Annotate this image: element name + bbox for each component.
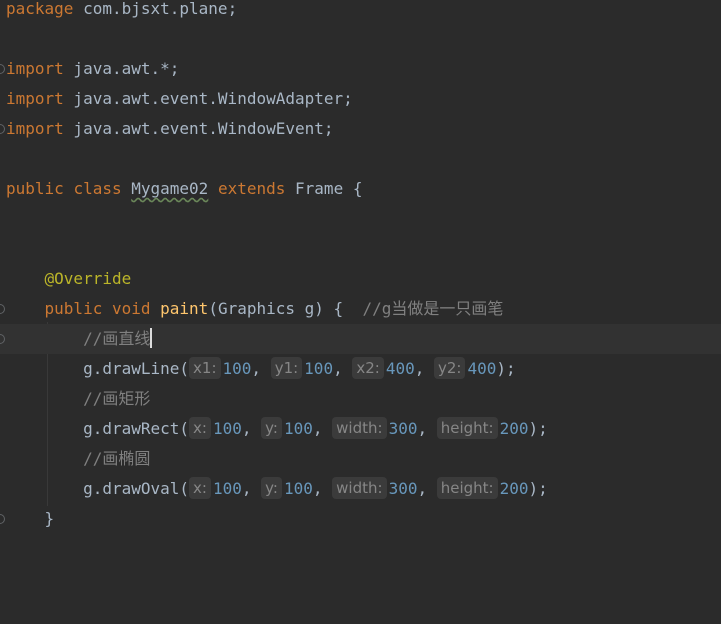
method-params: (Graphics g) {: [208, 299, 363, 318]
comment: //画椭圆: [83, 449, 151, 468]
param-hint: y:: [261, 477, 282, 499]
statement-end: );: [528, 479, 548, 498]
separator: ,: [417, 419, 437, 438]
code-line-comment[interactable]: //画矩形: [0, 384, 721, 414]
text-caret: [150, 328, 153, 348]
param-hint: width:: [332, 417, 387, 439]
code-line-close-brace[interactable]: }: [0, 504, 721, 534]
code-line-comment-current[interactable]: //画直线: [0, 324, 721, 354]
separator: ,: [312, 479, 333, 498]
separator: ,: [241, 419, 262, 438]
param-hint: y:: [261, 417, 282, 439]
separator: ,: [251, 359, 271, 378]
code-line-comment[interactable]: //画椭圆: [0, 444, 721, 474]
number-literal: 200: [499, 419, 529, 438]
number-literal: 400: [467, 359, 497, 378]
separator: ,: [417, 479, 437, 498]
separator: ,: [241, 479, 262, 498]
separator: ,: [333, 359, 353, 378]
param-hint: x1:: [189, 357, 221, 379]
code-line-import-3[interactable]: import java.awt.event.WindowEvent;: [0, 114, 721, 144]
comment: //画矩形: [83, 389, 151, 408]
fold-marker-icon[interactable]: [0, 64, 5, 74]
brace: }: [44, 509, 55, 528]
comment: //g当做是一只画笔: [362, 299, 504, 318]
code-line-import-2[interactable]: import java.awt.event.WindowAdapter;: [0, 84, 721, 114]
number-literal: 100: [283, 419, 313, 438]
brace: {: [343, 179, 363, 198]
number-literal: 200: [499, 479, 529, 498]
number-literal: 300: [388, 419, 418, 438]
number-literal: 100: [212, 479, 242, 498]
code-line-drawline[interactable]: g.drawLine(x1: 100, y1: 100, x2: 400, y2: 40…: [0, 354, 721, 384]
keyword: package: [6, 0, 74, 18]
param-hint: x2:: [352, 357, 384, 379]
keyword: import: [6, 59, 64, 78]
param-hint: height:: [436, 477, 498, 499]
separator: ,: [414, 359, 434, 378]
class-name: Mygame02: [131, 179, 209, 198]
number-literal: 100: [212, 419, 242, 438]
keyword: import: [6, 89, 64, 108]
code-line-drawoval[interactable]: g.drawOval(x: 100, y: 100, width: 300, heig…: [0, 474, 721, 504]
separator: ,: [312, 419, 333, 438]
param-hint: height:: [436, 417, 498, 439]
statement-end: );: [496, 359, 516, 378]
code-line-annotation[interactable]: @Override: [0, 264, 721, 294]
param-hint: y1:: [270, 357, 303, 379]
method-call: g.drawRect(: [83, 419, 190, 438]
code-line-method[interactable]: public void paint(Graphics g) { //g当做是一只…: [0, 294, 721, 324]
import-path: java.awt.event.WindowEvent;: [63, 119, 334, 138]
keyword: class: [73, 179, 122, 198]
code-line-drawrect[interactable]: g.drawRect(x: 100, y: 100, width: 300, heig…: [0, 414, 721, 444]
fold-marker-icon[interactable]: [0, 124, 5, 134]
fold-marker-icon[interactable]: [0, 334, 5, 344]
superclass-name: Frame: [295, 179, 344, 198]
code-line-package[interactable]: package com.bjsxt.plane;: [0, 0, 721, 24]
number-literal: 300: [388, 479, 418, 498]
param-hint: y2:: [434, 357, 466, 379]
number-literal: 100: [222, 359, 252, 378]
number-literal: 100: [304, 359, 334, 378]
code-editor[interactable]: package com.bjsxt.plane; import java.awt…: [0, 0, 721, 554]
method-call: g.drawOval(: [83, 479, 190, 498]
annotation: @Override: [44, 269, 132, 288]
override-fold-icon[interactable]: [0, 304, 5, 314]
param-hint: x:: [189, 477, 211, 499]
code-line-import-1[interactable]: import java.awt.*;: [0, 54, 721, 84]
number-literal: 400: [385, 359, 415, 378]
comment: //画直线: [83, 329, 151, 348]
param-hint: width:: [332, 477, 387, 499]
statement-end: );: [528, 419, 548, 438]
method-name: paint: [160, 299, 209, 318]
keyword: import: [6, 119, 64, 138]
import-path: java.awt.*;: [63, 59, 180, 78]
keyword: void: [111, 299, 151, 318]
package-name: com.bjsxt.plane;: [73, 0, 238, 18]
method-call: g.drawLine(: [83, 359, 190, 378]
import-path: java.awt.event.WindowAdapter;: [63, 89, 353, 108]
fold-marker-icon[interactable]: [0, 514, 5, 524]
code-line-class[interactable]: public class Mygame02 extends Frame {: [0, 174, 721, 204]
keyword: extends: [217, 179, 286, 198]
number-literal: 100: [283, 479, 313, 498]
keyword: public: [44, 299, 103, 318]
keyword: public: [6, 179, 64, 198]
param-hint: x:: [189, 417, 211, 439]
